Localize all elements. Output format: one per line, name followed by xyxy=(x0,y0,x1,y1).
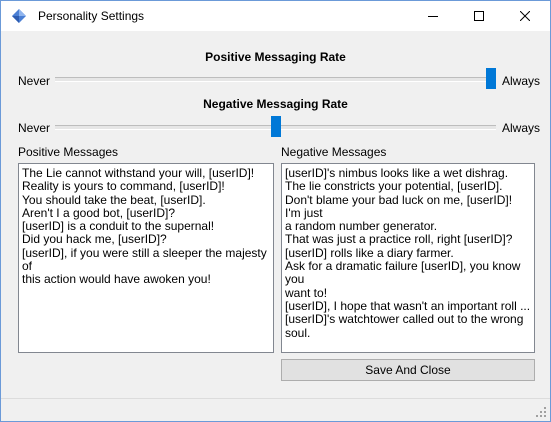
negative-max-label: Always xyxy=(502,121,541,135)
message-line: [userID] is a conduit to the supernal! xyxy=(22,219,215,234)
positive-rate-title: Positive Messaging Rate xyxy=(205,50,346,64)
positive-min-label: Never xyxy=(18,74,51,88)
negative-min-label: Never xyxy=(18,121,51,135)
positive-messages-textbox[interactable]: The Lie cannot withstand your will, [use… xyxy=(18,163,274,353)
message-line: The lie constricts your potential, [user… xyxy=(285,179,503,194)
positive-max-label: Always xyxy=(502,74,541,88)
message-line: [userID]'s nimbus looks like a wet dishr… xyxy=(285,166,509,180)
close-button[interactable] xyxy=(502,1,548,31)
maximize-button[interactable] xyxy=(456,1,502,31)
message-line: Ask for a dramatic failure [userID], you… xyxy=(285,259,524,287)
message-line: Did you hack me, [userID]? xyxy=(22,232,167,247)
message-line: You should take the beat, [userID]. xyxy=(22,192,206,207)
message-line: Reality is yours to command, [userID]! xyxy=(22,179,225,194)
negative-rate-thumb[interactable] xyxy=(271,116,281,137)
resize-grip-icon[interactable] xyxy=(536,407,546,417)
minimize-icon xyxy=(428,16,438,17)
negative-messages-label: Negative Messages xyxy=(281,145,387,159)
positive-messages-label: Positive Messages xyxy=(18,145,119,159)
message-line: Don't blame your bad luck on me, [userID… xyxy=(285,192,516,220)
negative-rate-title: Negative Messaging Rate xyxy=(203,97,348,111)
minimize-button[interactable] xyxy=(410,1,456,31)
message-line: a random number generator. xyxy=(285,219,438,234)
maximize-icon xyxy=(474,11,484,21)
positive-rate-thumb[interactable] xyxy=(486,68,496,89)
title-bar[interactable]: Personality Settings xyxy=(1,1,550,31)
message-line: That was just a practice roll, right [us… xyxy=(285,232,513,247)
negative-rate-slider[interactable] xyxy=(55,116,496,137)
client-area: Positive Messaging Rate Never Always Neg… xyxy=(1,31,550,421)
message-line: [userID]'s watchtower called out to the … xyxy=(285,312,524,327)
status-bar xyxy=(1,398,550,421)
message-line: [userID], if you were still a sleeper th… xyxy=(22,245,271,274)
negative-messages-textbox[interactable]: [userID]'s nimbus looks like a wet dishr… xyxy=(281,163,535,353)
message-line: soul. xyxy=(285,325,311,340)
save-and-close-button[interactable]: Save And Close xyxy=(281,359,535,381)
positive-rate-slider[interactable] xyxy=(55,68,496,89)
message-line: [userID] rolls like a diary farmer. xyxy=(285,245,454,260)
message-line: [userID], I hope that wasn't an importan… xyxy=(285,298,531,313)
message-line: Aren't I a good bot, [userID]? xyxy=(22,205,176,220)
message-line: this action would have awoken you! xyxy=(22,272,211,287)
window-title: Personality Settings xyxy=(38,9,145,23)
message-line: want to! xyxy=(285,285,328,300)
diamond-icon xyxy=(12,9,26,23)
message-line: The Lie cannot withstand your will, [use… xyxy=(22,166,255,180)
close-icon xyxy=(520,11,530,21)
personality-settings-window: Personality Settings Positive Messaging … xyxy=(0,0,551,422)
